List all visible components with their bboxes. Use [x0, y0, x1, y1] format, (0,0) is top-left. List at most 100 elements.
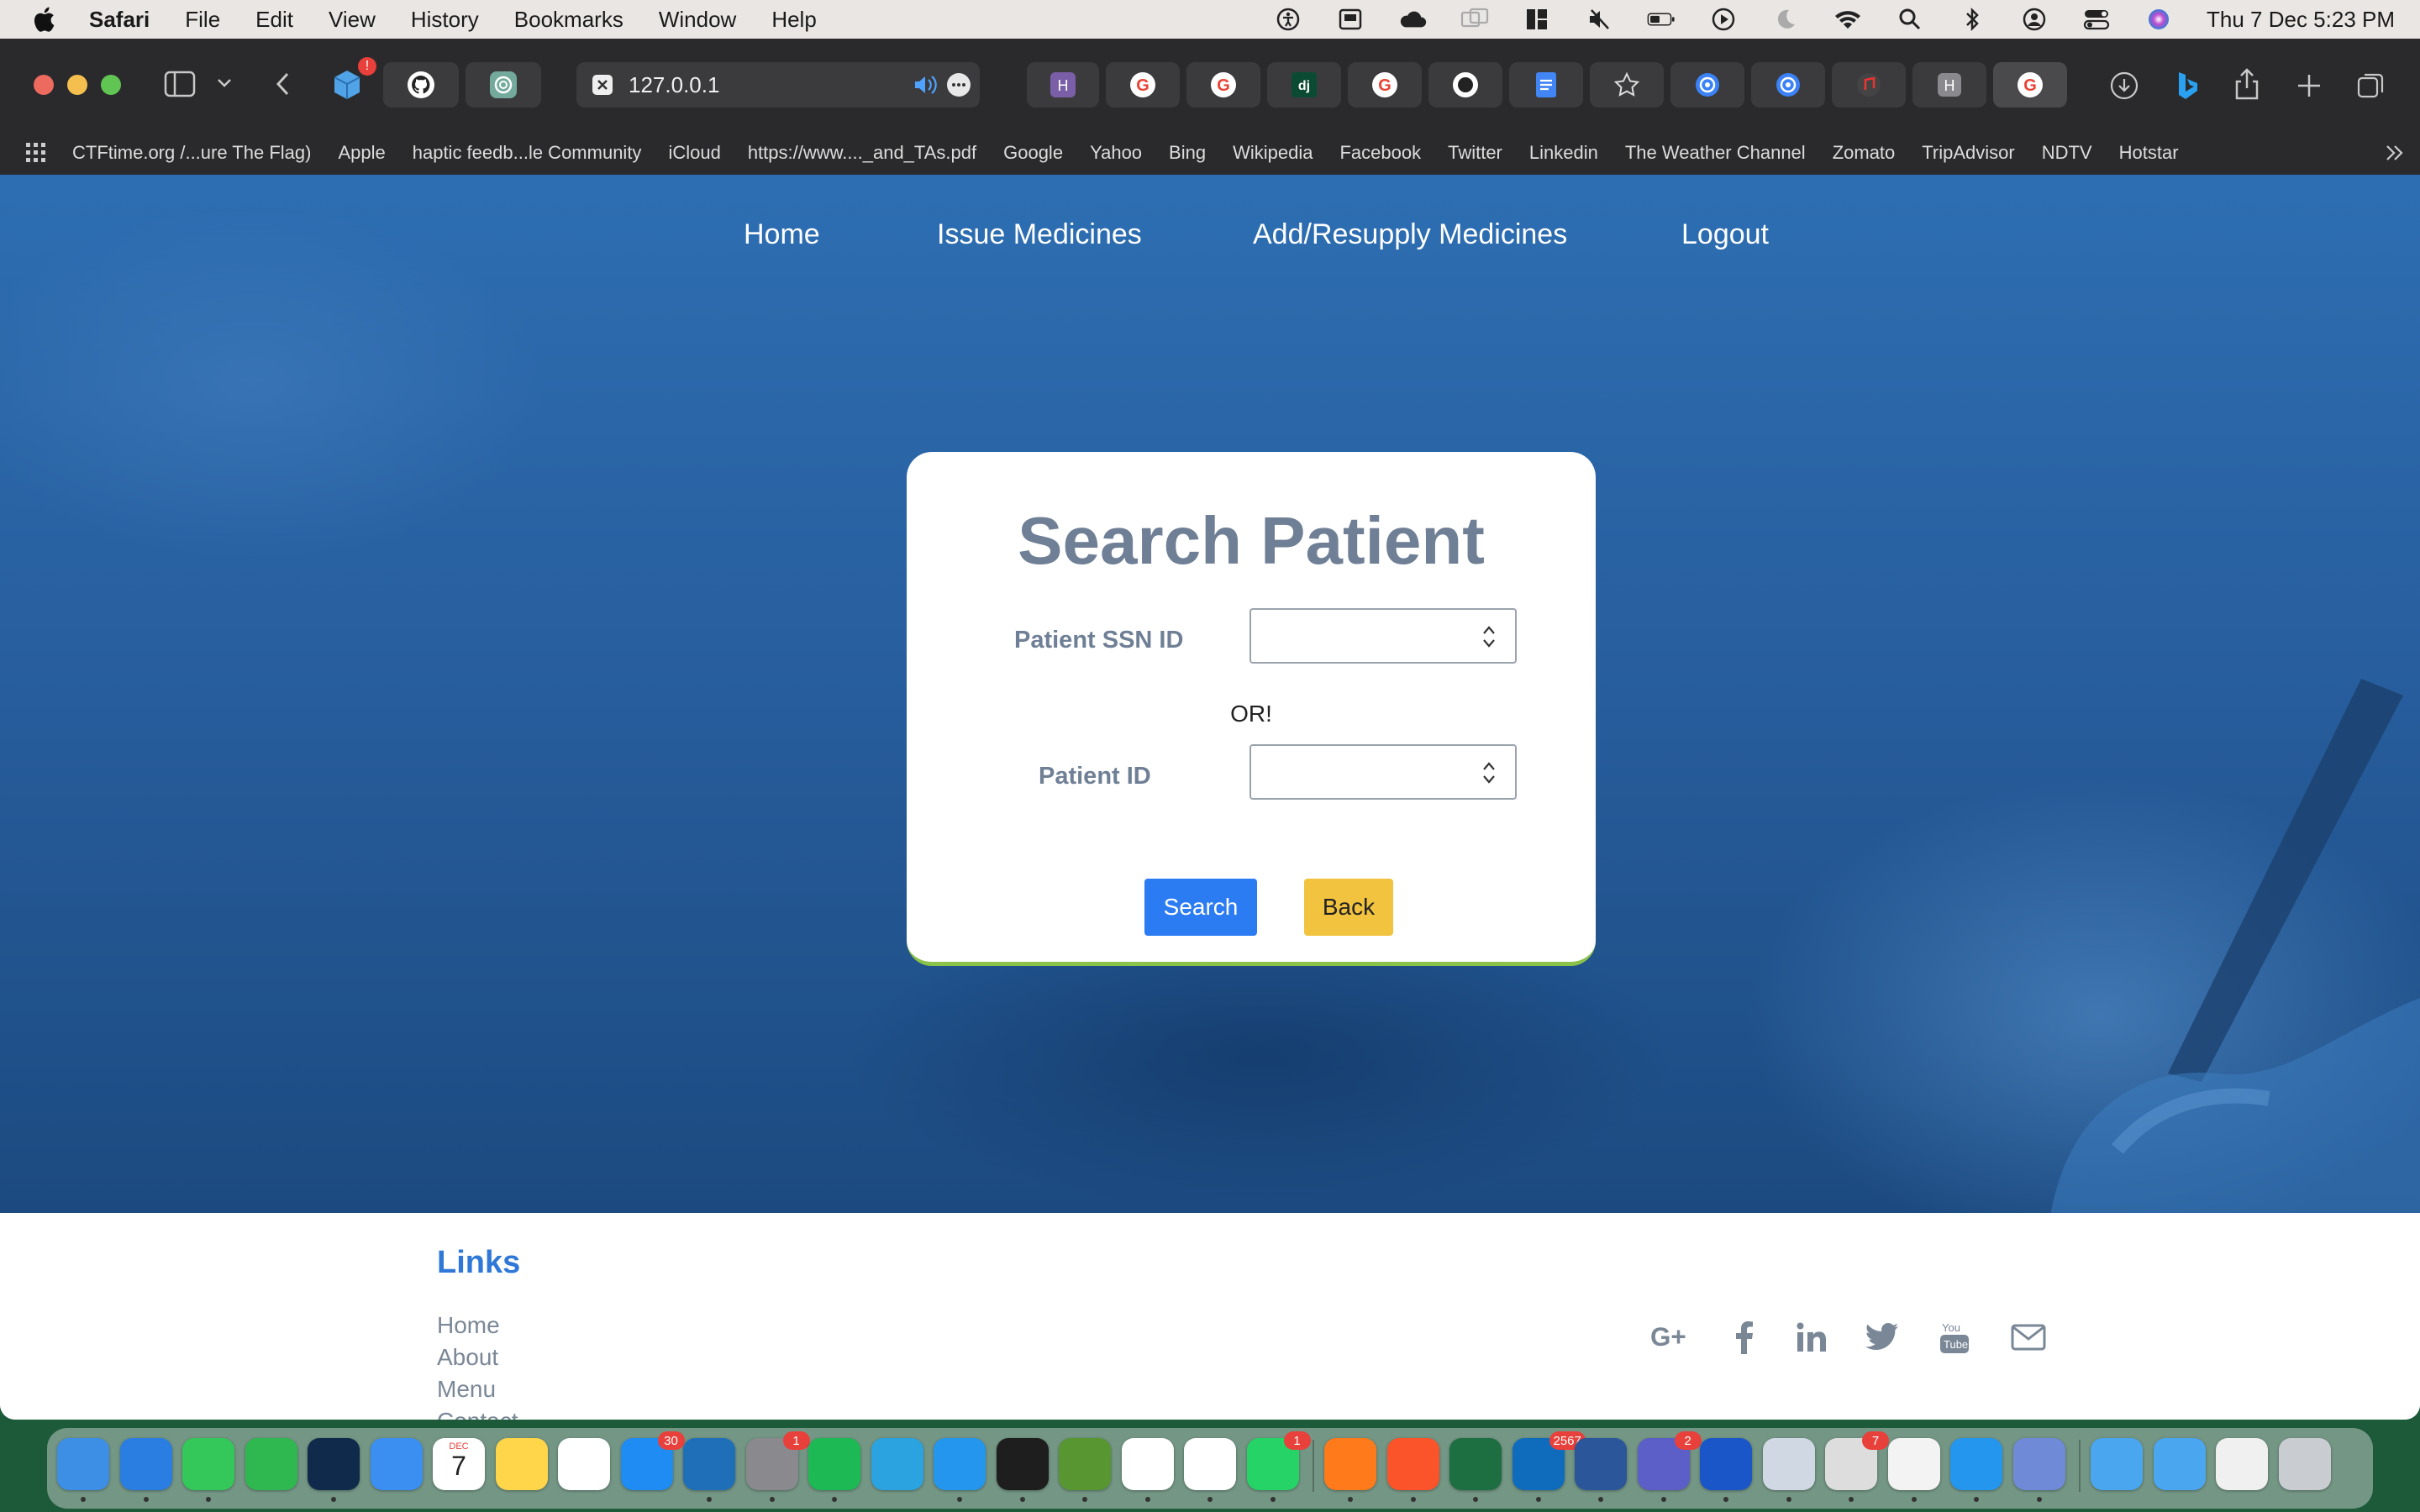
menu-app-name[interactable]: Safari	[89, 7, 150, 33]
footer-link-about[interactable]: About	[437, 1344, 498, 1371]
new-tab-icon[interactable]	[2292, 69, 2326, 102]
tab-app-2[interactable]	[1751, 62, 1825, 108]
chrome-icon[interactable]	[1184, 1438, 1236, 1490]
latexit-icon[interactable]	[1887, 1438, 1940, 1490]
ssn-input[interactable]	[1249, 608, 1517, 664]
trash-icon[interactable]	[2278, 1438, 2331, 1490]
tab-django[interactable]: dj	[1267, 62, 1341, 108]
url-bar[interactable]: 127.0.0.1	[576, 62, 980, 108]
notes-icon[interactable]	[495, 1438, 548, 1490]
freeform-icon[interactable]	[558, 1438, 610, 1490]
linkedin-icon[interactable]	[1791, 1317, 1832, 1357]
share-icon[interactable]	[2230, 66, 2264, 102]
tab-chatgpt[interactable]	[466, 62, 541, 108]
apps-grid-icon[interactable]	[25, 142, 47, 164]
bookmark-zomato[interactable]: Zomato	[1833, 142, 1896, 164]
footer-link-contact[interactable]: Contact	[437, 1408, 518, 1420]
menu-window[interactable]: Window	[659, 7, 736, 33]
tab-google-docs[interactable]	[1509, 62, 1583, 108]
battery-icon[interactable]	[1647, 7, 1676, 32]
telegram-icon[interactable]	[871, 1438, 923, 1490]
slack-icon[interactable]	[1121, 1438, 1174, 1490]
google-plus-icon[interactable]: G+	[1650, 1317, 1691, 1357]
menu-edit[interactable]: Edit	[255, 7, 293, 33]
firefox-icon[interactable]	[1324, 1438, 1376, 1490]
siri-icon[interactable]	[2144, 7, 2173, 32]
vscode-icon[interactable]	[683, 1438, 735, 1490]
menu-clock[interactable]: Thu 7 Dec 5:23 PM	[2207, 7, 2395, 33]
bookmark-linkedin[interactable]: Linkedin	[1529, 142, 1598, 164]
tab-bookmark-star[interactable]	[1590, 62, 1664, 108]
footer-link-menu[interactable]: Menu	[437, 1376, 496, 1403]
facebook-icon[interactable]	[1724, 1317, 1765, 1357]
bookmark-ctftime[interactable]: CTFtime.org /...ure The Flag)	[72, 142, 311, 164]
patient-id-input[interactable]	[1249, 744, 1517, 800]
preview-icon[interactable]	[1762, 1438, 1815, 1490]
documents-folder-icon[interactable]	[2153, 1438, 2206, 1490]
excel-icon[interactable]	[1449, 1438, 1502, 1490]
chevron-down-icon[interactable]	[215, 74, 234, 92]
terminal-icon[interactable]	[996, 1438, 1049, 1490]
mail-icon[interactable]	[2008, 1317, 2049, 1357]
tab-google-3[interactable]: G	[1348, 62, 1422, 108]
wifi-icon[interactable]	[1833, 7, 1862, 32]
user-account-icon[interactable]	[2020, 7, 2049, 32]
spotify-icon[interactable]	[808, 1438, 860, 1490]
url-text[interactable]: 127.0.0.1	[629, 72, 719, 98]
safari-tech-preview-icon[interactable]	[2012, 1438, 2065, 1490]
menu-help[interactable]: Help	[771, 7, 816, 33]
number-spinner-icon[interactable]	[1481, 759, 1497, 786]
nav-logout[interactable]: Logout	[1681, 218, 1769, 251]
menu-bookmarks[interactable]: Bookmarks	[514, 7, 623, 33]
bookmark-apple[interactable]: Apple	[338, 142, 385, 164]
back-arrow-icon[interactable]	[271, 69, 294, 99]
tab-overview-icon[interactable]	[2354, 69, 2388, 102]
minimize-window-button[interactable]	[67, 75, 87, 95]
safari-icon[interactable]	[119, 1438, 172, 1490]
facetime-icon[interactable]	[245, 1438, 297, 1490]
bookmark-icloud[interactable]: iCloud	[668, 142, 720, 164]
back-button[interactable]: Back	[1304, 879, 1393, 936]
close-window-button[interactable]	[34, 75, 54, 95]
qgis-icon[interactable]	[1059, 1438, 1111, 1490]
mirroring-icon[interactable]	[1460, 7, 1489, 32]
bookmark-hotstar[interactable]: Hotstar	[2119, 142, 2179, 164]
finder-icon[interactable]	[57, 1438, 109, 1490]
bookmark-ndtv[interactable]: NDTV	[2042, 142, 2092, 164]
tab-app-1[interactable]	[1670, 62, 1744, 108]
play-icon[interactable]	[1709, 7, 1738, 32]
sidebar-toggle-icon[interactable]	[163, 69, 197, 99]
spotlight-search-icon[interactable]	[1896, 7, 1924, 32]
bookmark-tripadvisor[interactable]: TripAdvisor	[1922, 142, 2014, 164]
cloud-icon[interactable]	[1398, 7, 1427, 32]
brave-icon[interactable]	[1386, 1438, 1439, 1490]
search-button[interactable]: Search	[1144, 879, 1257, 936]
news-icon[interactable]	[1336, 7, 1365, 32]
nav-home[interactable]: Home	[744, 218, 820, 251]
bookmark-facebook[interactable]: Facebook	[1339, 142, 1421, 164]
apple-icon[interactable]	[30, 4, 60, 34]
nav-add-resupply-medicines[interactable]: Add/Resupply Medicines	[1253, 218, 1567, 251]
calendar-icon[interactable]: DEC 7	[433, 1438, 485, 1490]
footer-link-home[interactable]: Home	[437, 1312, 500, 1339]
tab-github[interactable]	[383, 62, 459, 108]
control-center-icon[interactable]	[2082, 7, 2111, 32]
accessibility-icon[interactable]	[1274, 7, 1302, 32]
menu-history[interactable]: History	[411, 7, 479, 33]
more-options-icon[interactable]	[946, 72, 971, 97]
audio-playing-icon[interactable]	[913, 73, 938, 97]
tab-google-1[interactable]: G	[1106, 62, 1180, 108]
menu-file[interactable]: File	[185, 7, 220, 33]
document-file-icon[interactable]	[2216, 1438, 2268, 1490]
bookmark-pdf[interactable]: https://www...._and_TAs.pdf	[748, 142, 976, 164]
twitter-icon[interactable]	[1862, 1317, 1902, 1357]
tab-heroku[interactable]: H	[1027, 62, 1099, 108]
tab-app-3[interactable]	[1832, 62, 1906, 108]
bookmark-weather[interactable]: The Weather Channel	[1625, 142, 1806, 164]
tab-google-2[interactable]: G	[1186, 62, 1260, 108]
zoom-window-button[interactable]	[101, 75, 121, 95]
bookmark-google[interactable]: Google	[1003, 142, 1063, 164]
bookmark-wikipedia[interactable]: Wikipedia	[1233, 142, 1313, 164]
downloads-icon[interactable]	[2107, 69, 2141, 102]
word-icon[interactable]	[1575, 1438, 1627, 1490]
